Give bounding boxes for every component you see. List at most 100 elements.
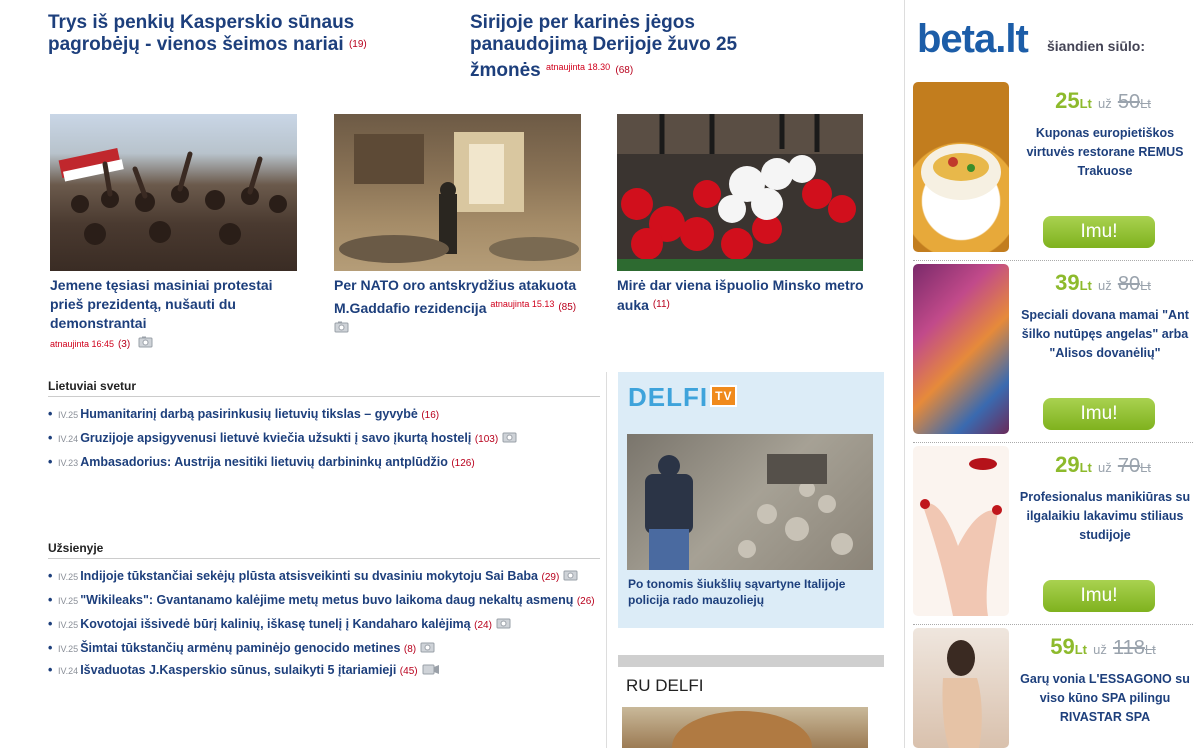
camera-icon [334,321,349,333]
bullet: • [48,431,53,445]
offer-photo-manicure[interactable] [913,446,1009,616]
minsk-flowers-photo[interactable] [617,114,863,271]
offer-card[interactable]: 25Lt už 50Lt Kuponas europietiškos virtu… [913,82,1193,254]
ru-delfi-title[interactable]: RU DELFI [626,676,703,696]
item-link[interactable]: Indijoje tūkstančiai sekėjų plūsta atsis… [80,569,538,583]
yemen-protest-photo[interactable] [50,114,297,271]
delfi-tv-logo[interactable]: DELFI TV [628,382,738,413]
ru-delfi-photo[interactable] [622,707,868,748]
imu-button[interactable]: Imu! [1043,580,1155,612]
item-date: IV.24 [58,666,79,676]
offer-photo-pasta[interactable] [913,82,1009,252]
nato-residence-photo[interactable] [334,114,581,271]
offer-divider [913,260,1193,261]
uzsienyje-list: • IV.25 Indijoje tūkstančiai sekėjų plūsta… [48,566,608,682]
story-text[interactable]: Jemene tęsiasi masiniai protestai prieš … [50,277,273,331]
nato-residence-illustration [339,132,579,263]
beta-logo-text: beta.lt [917,17,1029,61]
beta-lt-logo[interactable]: beta.lt [917,16,1029,62]
offer-card[interactable]: 59Lt už 118Lt Garų vonia L'ESSAGONO su v… [913,628,1193,748]
offer-photo-silk[interactable] [913,264,1009,434]
offer-photo-spa[interactable] [913,628,1009,748]
delfi-logo-text: DELFI [628,382,709,412]
comment-count[interactable]: (8) [404,644,416,655]
comment-count[interactable]: (16) [421,410,439,421]
offer-card[interactable]: 29Lt už 70Lt Profesionalus manikiūras su… [913,446,1193,618]
item-date: IV.24 [58,434,79,444]
offer-price: 29Lt už 70Lt [1055,452,1151,477]
comment-count[interactable]: (3) [118,339,130,350]
comment-count[interactable]: (26) [577,596,595,607]
spa-illustration [942,640,982,748]
manicure-illustration [920,458,1002,616]
offer-divider [913,624,1193,625]
offer-card[interactable]: 39Lt už 80Lt Speciali dovana mamai "Ant … [913,264,1193,436]
delfi-tv-video-thumb[interactable] [627,434,873,570]
section-title-lietuviai-svetur[interactable]: Lietuviai svetur [48,379,600,397]
bullet: • [48,593,53,607]
comment-count[interactable]: (45) [400,666,418,677]
offer-title[interactable]: Speciali dovana mamai "Ant šilko nutūpęs… [1015,306,1195,363]
list-item[interactable]: • IV.25 Humanitarinį darbą pasirinkusių li… [48,404,608,426]
offer-price: 59Lt už 118Lt [1050,634,1156,659]
item-date: IV.23 [58,458,79,468]
imu-button[interactable]: Imu! [1043,398,1155,430]
comment-count[interactable]: (126) [451,458,474,469]
beta-tagline: šiandien siūlo: [1047,38,1146,54]
offer-title[interactable]: Kuponas europietiškos virtuvės restorane… [1015,124,1195,181]
bullet: • [48,455,53,469]
camera-icon [420,642,435,653]
list-item[interactable]: • IV.23 Ambasadorius: Austrija nesitiki li… [48,452,608,474]
offer-divider [913,442,1193,443]
headline-text[interactable]: Trys iš penkių Kasperskio sūnaus pagrobė… [48,12,354,55]
photo-story-nato[interactable]: Per NATO oro antskrydžius atakuota M.Gad… [334,276,584,337]
offer-title[interactable]: Profesionalus manikiūras su ilgalaikiu l… [1015,488,1195,545]
offer-title[interactable]: Garų vonia L'ESSAGONO su viso kūno SPA p… [1015,670,1195,727]
list-item[interactable]: • IV.24 Išvaduotas J.Kasperskio sūnus, sul… [48,660,608,682]
headline-kasperskio[interactable]: Trys iš penkių Kasperskio sūnaus pagrobė… [48,12,428,56]
video-icon [422,664,439,675]
comment-count[interactable]: (29) [541,572,559,583]
delfi-tv-panel[interactable]: DELFI TV Po tonomis šiukšlių sąvartyne It… [618,372,884,628]
section-title-uzsienyje[interactable]: Užsienyje [48,541,600,559]
beta-lt-sidebar: beta.lt šiandien siūlo: 25Lt už 50Lt Kup… [904,0,1196,748]
list-item[interactable]: • IV.25 "Wikileaks": Gvantanamo kalėjime m… [48,590,608,612]
item-link[interactable]: Išvaduotas J.Kasperskio sūnus, sulaikyti… [80,663,396,677]
pasta-plate-illustration [921,144,1001,200]
imu-button[interactable]: Imu! [1043,216,1155,248]
list-item[interactable]: • IV.25 Šimtai tūkstančių armėnų paminėjo … [48,638,608,660]
bullet: • [48,407,53,421]
item-date: IV.25 [58,596,79,606]
delfi-tv-caption[interactable]: Po tonomis šiukšlių sąvartyne Italijoje … [628,576,876,608]
comment-count[interactable]: (85) [558,302,576,313]
comment-count[interactable]: (68) [615,65,633,76]
item-link[interactable]: Šimtai tūkstančių armėnų paminėjo genoci… [80,641,400,655]
photo-story-yemen[interactable]: Jemene tęsiasi masiniai protestai prieš … [50,276,305,354]
comment-count[interactable]: (103) [475,434,498,445]
item-link[interactable]: Kovotojai išsivedė būrį kalinių, iškasę … [80,617,470,631]
headline-sirija[interactable]: Sirijoje per karinės jėgos panaudojimą D… [470,12,800,82]
item-date: IV.25 [58,572,79,582]
item-link[interactable]: Gruzijoje apsigyvenusi lietuvė kviečia u… [80,431,471,445]
photo-story-minsk[interactable]: Mirė dar viena išpuolio Minsko metro auk… [617,276,867,315]
list-item[interactable]: • IV.24 Gruzijoje apsigyvenusi lietuvė kvi… [48,428,608,450]
camera-icon [502,432,517,443]
list-item[interactable]: • IV.25 Indijoje tūkstančiai sekėjų plūsta… [48,566,608,588]
comment-count[interactable]: (24) [474,620,492,631]
story-text[interactable]: Per NATO oro antskrydžius atakuota M.Gad… [334,277,576,316]
lietuviai-list: • IV.25 Humanitarinį darbą pasirinkusių li… [48,404,608,474]
ru-delfi-portrait [672,711,812,748]
ru-delfi-header-bar [618,655,884,667]
item-link[interactable]: "Wikileaks": Gvantanamo kalėjime metų me… [80,593,573,607]
item-date: IV.25 [58,410,79,420]
bullet: • [48,663,53,677]
item-link[interactable]: Humanitarinį darbą pasirinkusių lietuvių… [80,407,418,421]
minsk-flowers-illustration [617,114,863,271]
updated-time: atnaujinta 18.30 [546,62,611,72]
comment-count[interactable]: (19) [349,39,367,50]
bullet: • [48,617,53,631]
comment-count[interactable]: (11) [653,299,670,310]
list-item[interactable]: • IV.25 Kovotojai išsivedė būrį kalinių, i… [48,614,608,636]
item-link[interactable]: Ambasadorius: Austrija nesitiki lietuvių… [80,455,448,469]
item-date: IV.25 [58,620,79,630]
